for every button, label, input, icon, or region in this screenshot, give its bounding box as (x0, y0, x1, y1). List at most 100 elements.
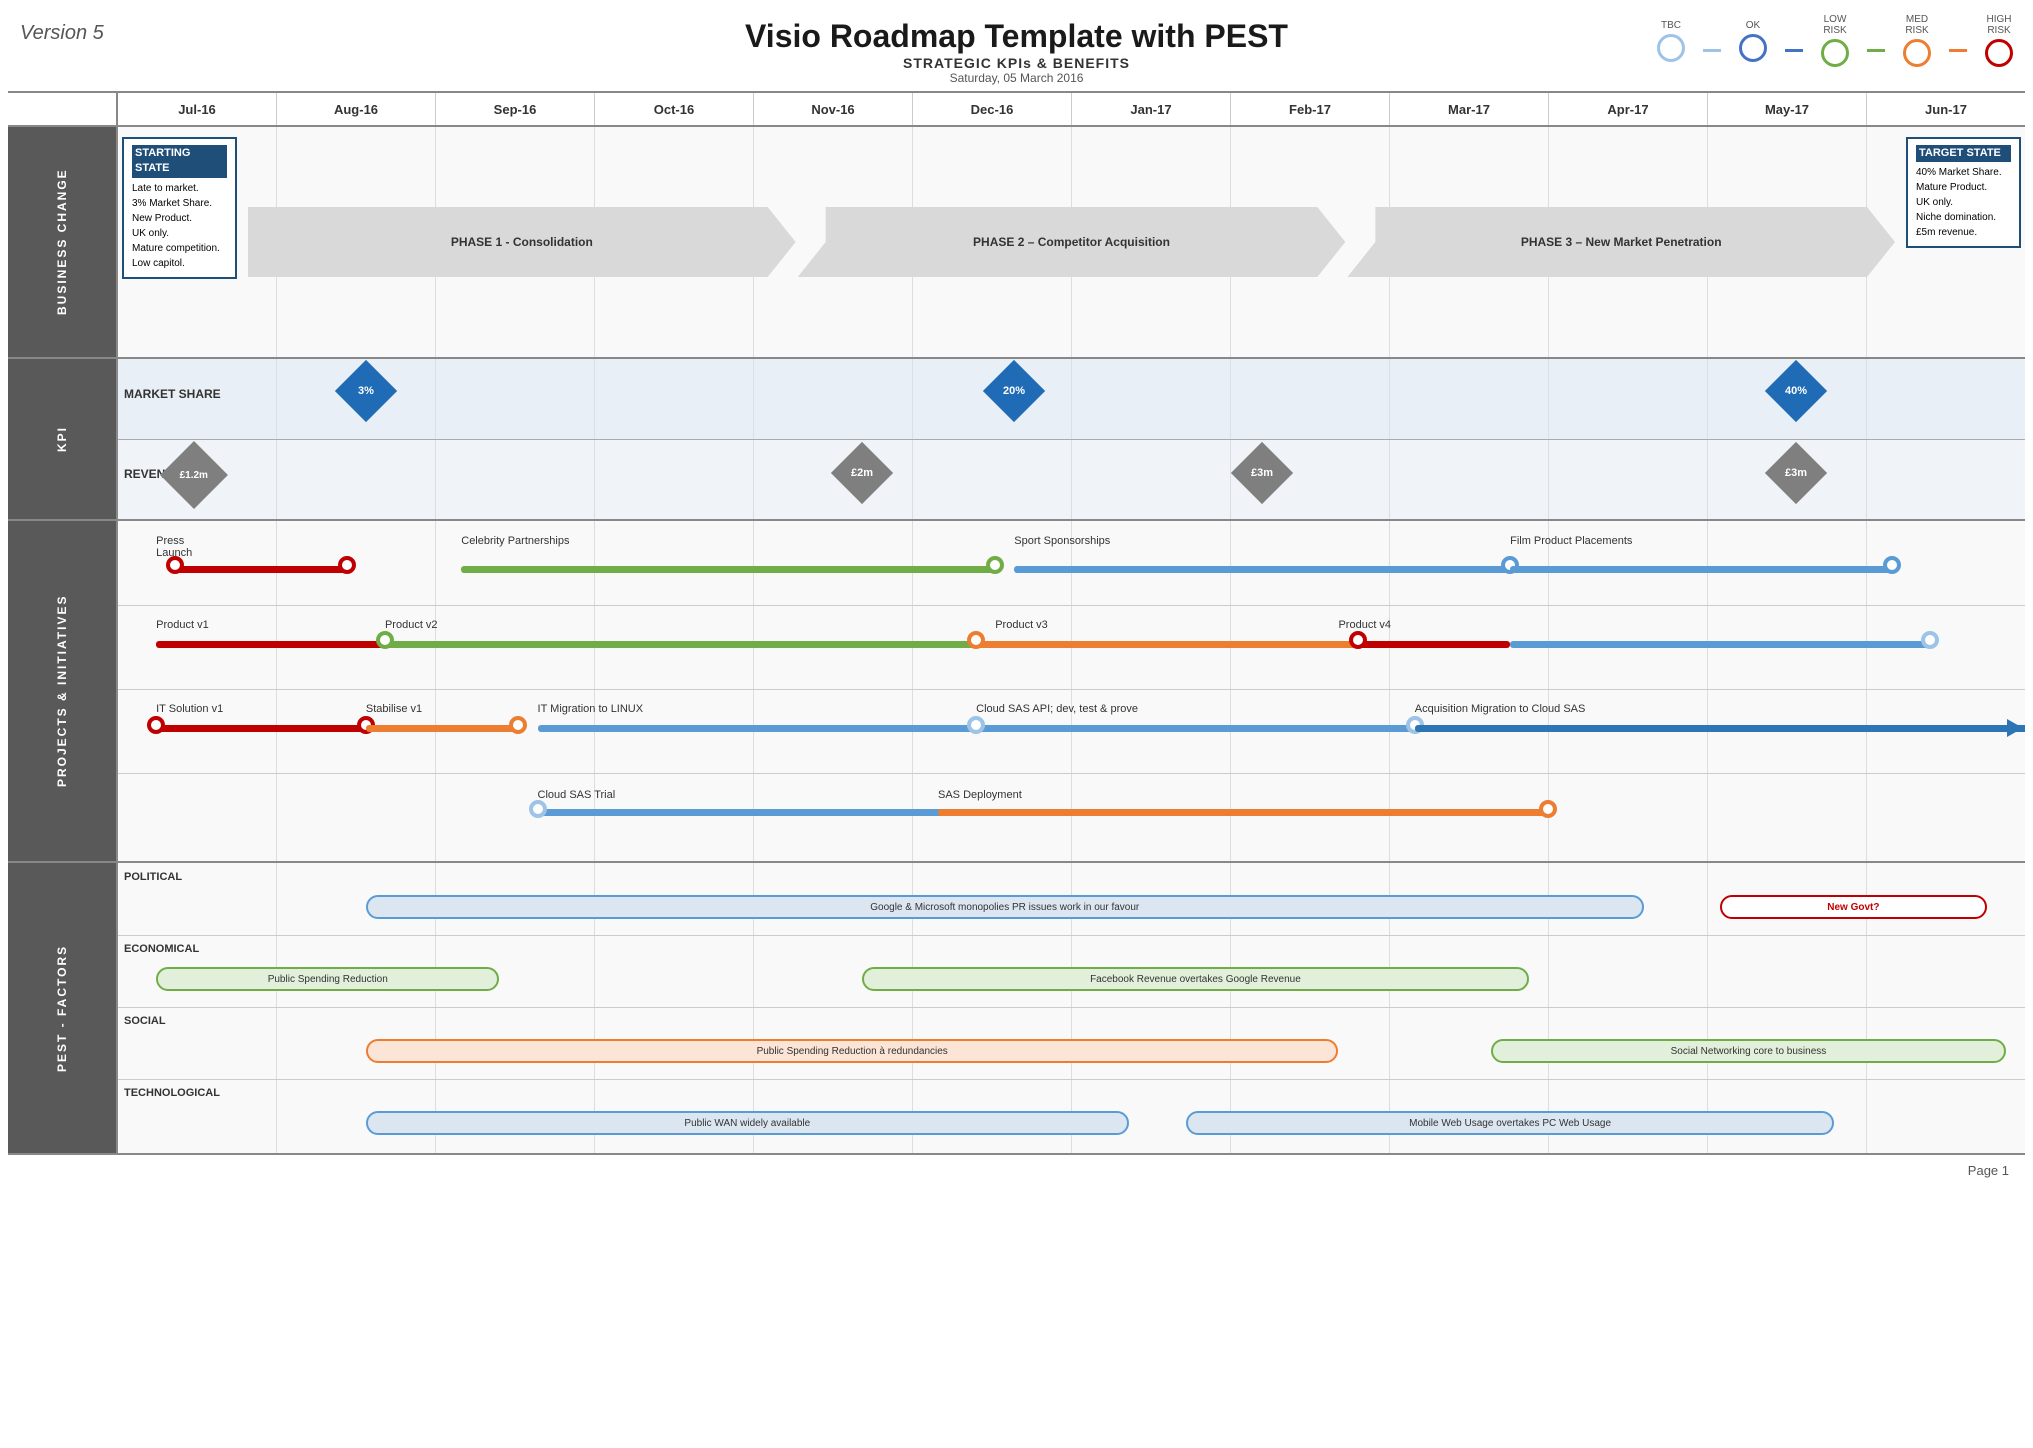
label-prodv3: Product v3 (995, 619, 1048, 631)
phase1-arrow: PHASE 1 - Consolidation (248, 207, 796, 277)
bar-itlinux (538, 725, 996, 732)
legend-circle-high (1985, 39, 2013, 67)
bar-prodv4-red (1358, 641, 1511, 648)
bar-press-launch (175, 566, 347, 573)
circle-prodv4-start (1349, 631, 1367, 649)
circle-prodv3-start (967, 631, 985, 649)
pest-bar-facebook: Facebook Revenue overtakes Google Revenu… (862, 967, 1529, 991)
bar-prodv4-blue (1510, 641, 1930, 648)
legend-circle-med (1903, 39, 1931, 67)
bar-cloudsas (976, 725, 1415, 732)
pest-bar-public-wan: Public WAN widely available (366, 1111, 1129, 1135)
circle-itv1-start (147, 716, 165, 734)
business-label: BUSINESS CHANGE (8, 127, 116, 357)
page-date: Saturday, 05 March 2016 (0, 71, 2033, 85)
business-section: BUSINESS CHANGE STARTING STATE Late to m… (8, 127, 2025, 359)
projects-label-wrapper: PROJECTS & INITIATIVES (8, 521, 118, 861)
kpi-diamond-40pct: 40% (1774, 369, 1818, 413)
circle-celebrity-end (986, 556, 1004, 574)
bar-prodv3 (976, 641, 1376, 648)
pest-section: PEST - FACTORS POLITICAL ECONOMICAL SOCI… (8, 863, 2025, 1155)
arrow-acqmig-end (2007, 719, 2023, 737)
kpi-diamond-3m-2: £3m (1774, 451, 1818, 495)
kpi-diamond-1.2m: £1.2m (170, 451, 218, 499)
starting-state-title: STARTING STATE (132, 145, 227, 178)
pest-label-wrapper: PEST - FACTORS (8, 863, 118, 1153)
pest-bar-new-govt: New Govt? (1720, 895, 1987, 919)
label-sasdeployment: SAS Deployment (938, 789, 1022, 801)
circle-press-launch-end (338, 556, 356, 574)
month-cell-Sep-16: Sep-16 (436, 93, 595, 125)
kpi-divider (118, 439, 2025, 440)
bar-celebrity (461, 566, 995, 573)
legend-ok: OK (1739, 20, 1767, 62)
bar-prodv2 (385, 641, 995, 648)
month-cells: Jul-16Aug-16Sep-16Oct-16Nov-16Dec-16Jan-… (118, 93, 2025, 125)
phase3-arrow: PHASE 3 – New Market Penetration (1347, 207, 1895, 277)
starting-state-content: Late to market.3% Market Share.New Produ… (132, 181, 227, 271)
legend: TBC OK LOWRISK MEDRISK HIGHRISK (1657, 14, 2013, 67)
kpi-diamond-3pct: 3% (344, 369, 388, 413)
kpi-diamond-3m-1: £3m (1240, 451, 1284, 495)
starting-state-box: STARTING STATE Late to market.3% Market … (122, 137, 237, 279)
legend-circle-low (1821, 39, 1849, 67)
month-cell-Oct-16: Oct-16 (595, 93, 754, 125)
proj-divider-2 (118, 689, 2025, 690)
legend-tbc: TBC (1657, 20, 1685, 62)
month-cell-Feb-17: Feb-17 (1231, 93, 1390, 125)
bar-stabilisev1 (366, 725, 519, 732)
month-cell-Jul-16: Jul-16 (118, 93, 277, 125)
bar-cloudsastrial (538, 809, 958, 816)
label-film: Film Product Placements (1510, 535, 1632, 547)
label-stabilisev1: Stabilise v1 (366, 703, 422, 715)
kpi-diamond-20pct: 20% (992, 369, 1036, 413)
month-cell-Nov-16: Nov-16 (754, 93, 913, 125)
circle-film-end (1883, 556, 1901, 574)
circle-sasdeployment-end (1539, 800, 1557, 818)
pest-bar-mobile-web: Mobile Web Usage overtakes PC Web Usage (1186, 1111, 1834, 1135)
month-cell-Apr-17: Apr-17 (1549, 93, 1708, 125)
phases-container: PHASE 1 - Consolidation PHASE 2 – Compet… (248, 207, 1895, 277)
bar-prodv1 (156, 641, 385, 648)
pest-bar-google-microsoft: Google & Microsoft monopolies PR issues … (366, 895, 1644, 919)
label-itlinux: IT Migration to LINUX (538, 703, 644, 715)
kpi-label-wrapper: KPI (8, 359, 118, 519)
business-label-wrapper: BUSINESS CHANGE (8, 127, 118, 357)
circle-prodv4-end (1921, 631, 1939, 649)
legend-connector-2 (1785, 49, 1803, 52)
pest-div-3 (118, 1079, 2025, 1080)
bar-sport (1014, 566, 1510, 573)
month-cell-Dec-16: Dec-16 (913, 93, 1072, 125)
proj-divider-1 (118, 605, 2025, 606)
circle-prodv2-start (376, 631, 394, 649)
pest-bar-social-networking: Social Networking core to business (1491, 1039, 2006, 1063)
proj-divider-3 (118, 773, 2025, 774)
legend-med-risk: MEDRISK (1903, 14, 1931, 67)
month-cell-May-17: May-17 (1708, 93, 1867, 125)
pest-bar-public-spending: Public Spending Reduction (156, 967, 499, 991)
grid-col-0 (118, 863, 277, 1153)
bar-acqmig (1415, 725, 2025, 732)
label-prodv1: Product v1 (156, 619, 209, 631)
month-cell-Aug-16: Aug-16 (277, 93, 436, 125)
legend-high-risk: HIGHRISK (1985, 14, 2013, 67)
legend-connector-1 (1703, 49, 1721, 52)
label-economical: ECONOMICAL (124, 943, 199, 955)
business-content: STARTING STATE Late to market.3% Market … (118, 127, 2025, 357)
legend-circle-tbc (1657, 34, 1685, 62)
timeline-header: Jul-16Aug-16Sep-16Oct-16Nov-16Dec-16Jan-… (8, 91, 2025, 127)
kpi-row1-bg (118, 359, 2025, 439)
bar-itv1 (156, 725, 366, 732)
kpi-label: KPI (8, 359, 116, 519)
month-cell-Jan-17: Jan-17 (1072, 93, 1231, 125)
month-cell-Mar-17: Mar-17 (1390, 93, 1549, 125)
page-footer: Page 1 (0, 1155, 2033, 1186)
pest-div-1 (118, 935, 2025, 936)
market-share-label: MARKET SHARE (124, 387, 221, 401)
target-state-content: 40% Market Share.Mature Product.UK only.… (1916, 165, 2011, 240)
label-political: POLITICAL (124, 871, 182, 883)
target-state-title: TARGET STATE (1916, 145, 2011, 162)
label-prodv2: Product v2 (385, 619, 438, 631)
bar-film (1510, 566, 1891, 573)
bar-sasdeployment (938, 809, 1548, 816)
